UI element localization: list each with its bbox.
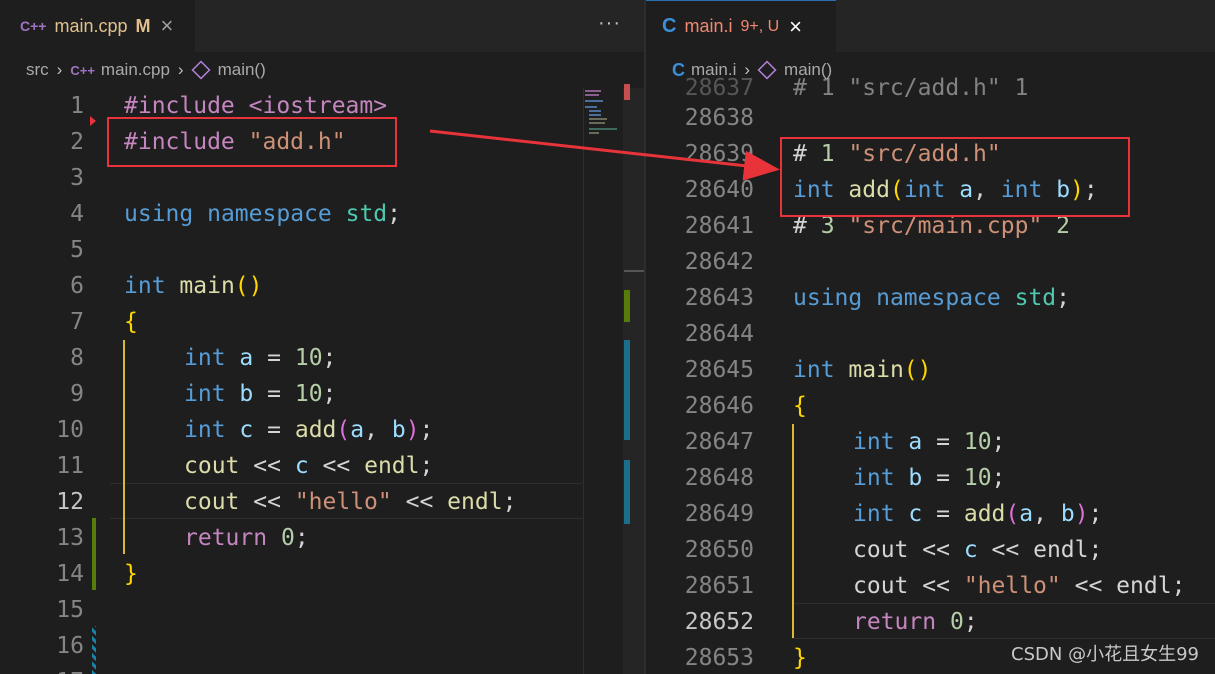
watermark: CSDN @小花且女生99 [1011, 644, 1199, 665]
arrow-line [429, 129, 780, 181]
annotation-arrow [429, 129, 780, 181]
